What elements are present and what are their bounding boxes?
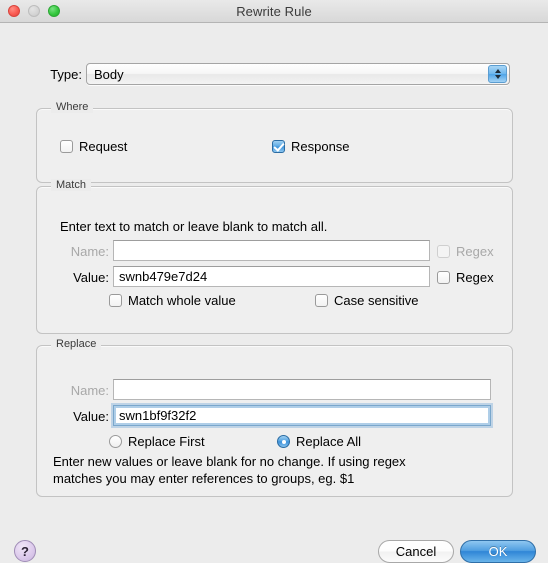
match-value-input[interactable]: swnb479e7d24 bbox=[113, 266, 430, 287]
match-name-input[interactable] bbox=[113, 240, 430, 261]
replace-helper-line2: matches you may enter references to grou… bbox=[53, 471, 355, 486]
radio-replace-all-dot[interactable] bbox=[277, 435, 290, 448]
ok-button[interactable]: OK bbox=[460, 540, 536, 563]
checkbox-response[interactable]: Response bbox=[272, 139, 350, 154]
arrow-down-icon bbox=[494, 75, 501, 79]
checkbox-request-box[interactable] bbox=[60, 140, 73, 153]
replace-value-label: Value: bbox=[73, 409, 109, 424]
cancel-button[interactable]: Cancel bbox=[378, 540, 454, 563]
checkbox-match-name-regex-box bbox=[437, 245, 450, 258]
radio-replace-first[interactable]: Replace First bbox=[109, 434, 205, 449]
help-button[interactable]: ? bbox=[14, 540, 36, 562]
checkbox-request-label: Request bbox=[79, 139, 128, 154]
checkbox-match-name-regex: Regex bbox=[437, 244, 494, 259]
dialog-content: Type: Body Where Request Response Match … bbox=[0, 23, 548, 563]
match-value-label: Value: bbox=[73, 270, 109, 285]
checkbox-match-whole-value-box[interactable] bbox=[109, 294, 122, 307]
where-group-title: Where bbox=[51, 101, 94, 113]
type-row: Type: Body bbox=[0, 62, 548, 86]
replace-group: Replace Name: Value: swn1bf9f32f2 Replac… bbox=[36, 338, 513, 497]
radio-replace-first-dot[interactable] bbox=[109, 435, 122, 448]
replace-name-input[interactable] bbox=[113, 379, 491, 400]
radio-replace-all[interactable]: Replace All bbox=[277, 434, 361, 449]
checkbox-match-value-regex-label: Regex bbox=[456, 270, 494, 285]
radio-replace-first-label: Replace First bbox=[128, 434, 205, 449]
traffic-lights bbox=[8, 5, 60, 17]
titlebar: Rewrite Rule bbox=[0, 0, 548, 23]
checkbox-response-label: Response bbox=[291, 139, 350, 154]
arrow-up-icon bbox=[494, 69, 501, 73]
type-combobox[interactable]: Body bbox=[86, 63, 510, 85]
replace-name-label: Name: bbox=[70, 383, 109, 398]
type-label: Type: bbox=[50, 66, 82, 82]
checkbox-case-sensitive-label: Case sensitive bbox=[334, 293, 419, 308]
close-button[interactable] bbox=[8, 5, 20, 17]
replace-helper-line1: Enter new values or leave blank for no c… bbox=[53, 454, 406, 469]
type-combobox-value: Body bbox=[94, 66, 124, 82]
replace-group-title: Replace bbox=[51, 338, 102, 350]
match-group: Match Enter text to match or leave blank… bbox=[36, 179, 513, 334]
checkbox-response-box[interactable] bbox=[272, 140, 285, 153]
checkbox-match-value-regex[interactable]: Regex bbox=[437, 270, 494, 285]
where-group: Where Request Response bbox=[36, 101, 513, 183]
checkbox-case-sensitive-box[interactable] bbox=[315, 294, 328, 307]
checkbox-match-whole-value[interactable]: Match whole value bbox=[109, 293, 236, 308]
checkbox-match-whole-value-label: Match whole value bbox=[128, 293, 236, 308]
rewrite-rule-dialog: Rewrite Rule Type: Body Where Request Re… bbox=[0, 0, 548, 563]
checkbox-case-sensitive[interactable]: Case sensitive bbox=[315, 293, 419, 308]
match-name-label: Name: bbox=[70, 244, 109, 259]
stepper-up-down-icon[interactable] bbox=[488, 65, 507, 83]
match-group-title: Match bbox=[51, 179, 91, 191]
maximize-button[interactable] bbox=[48, 5, 60, 17]
checkbox-match-value-regex-box[interactable] bbox=[437, 271, 450, 284]
minimize-button[interactable] bbox=[28, 5, 40, 17]
checkbox-match-name-regex-label: Regex bbox=[456, 244, 494, 259]
checkbox-request[interactable]: Request bbox=[60, 139, 127, 154]
replace-value-input[interactable]: swn1bf9f32f2 bbox=[113, 405, 491, 426]
match-hint: Enter text to match or leave blank to ma… bbox=[60, 219, 328, 234]
radio-replace-all-label: Replace All bbox=[296, 434, 362, 449]
window-title: Rewrite Rule bbox=[236, 3, 312, 19]
